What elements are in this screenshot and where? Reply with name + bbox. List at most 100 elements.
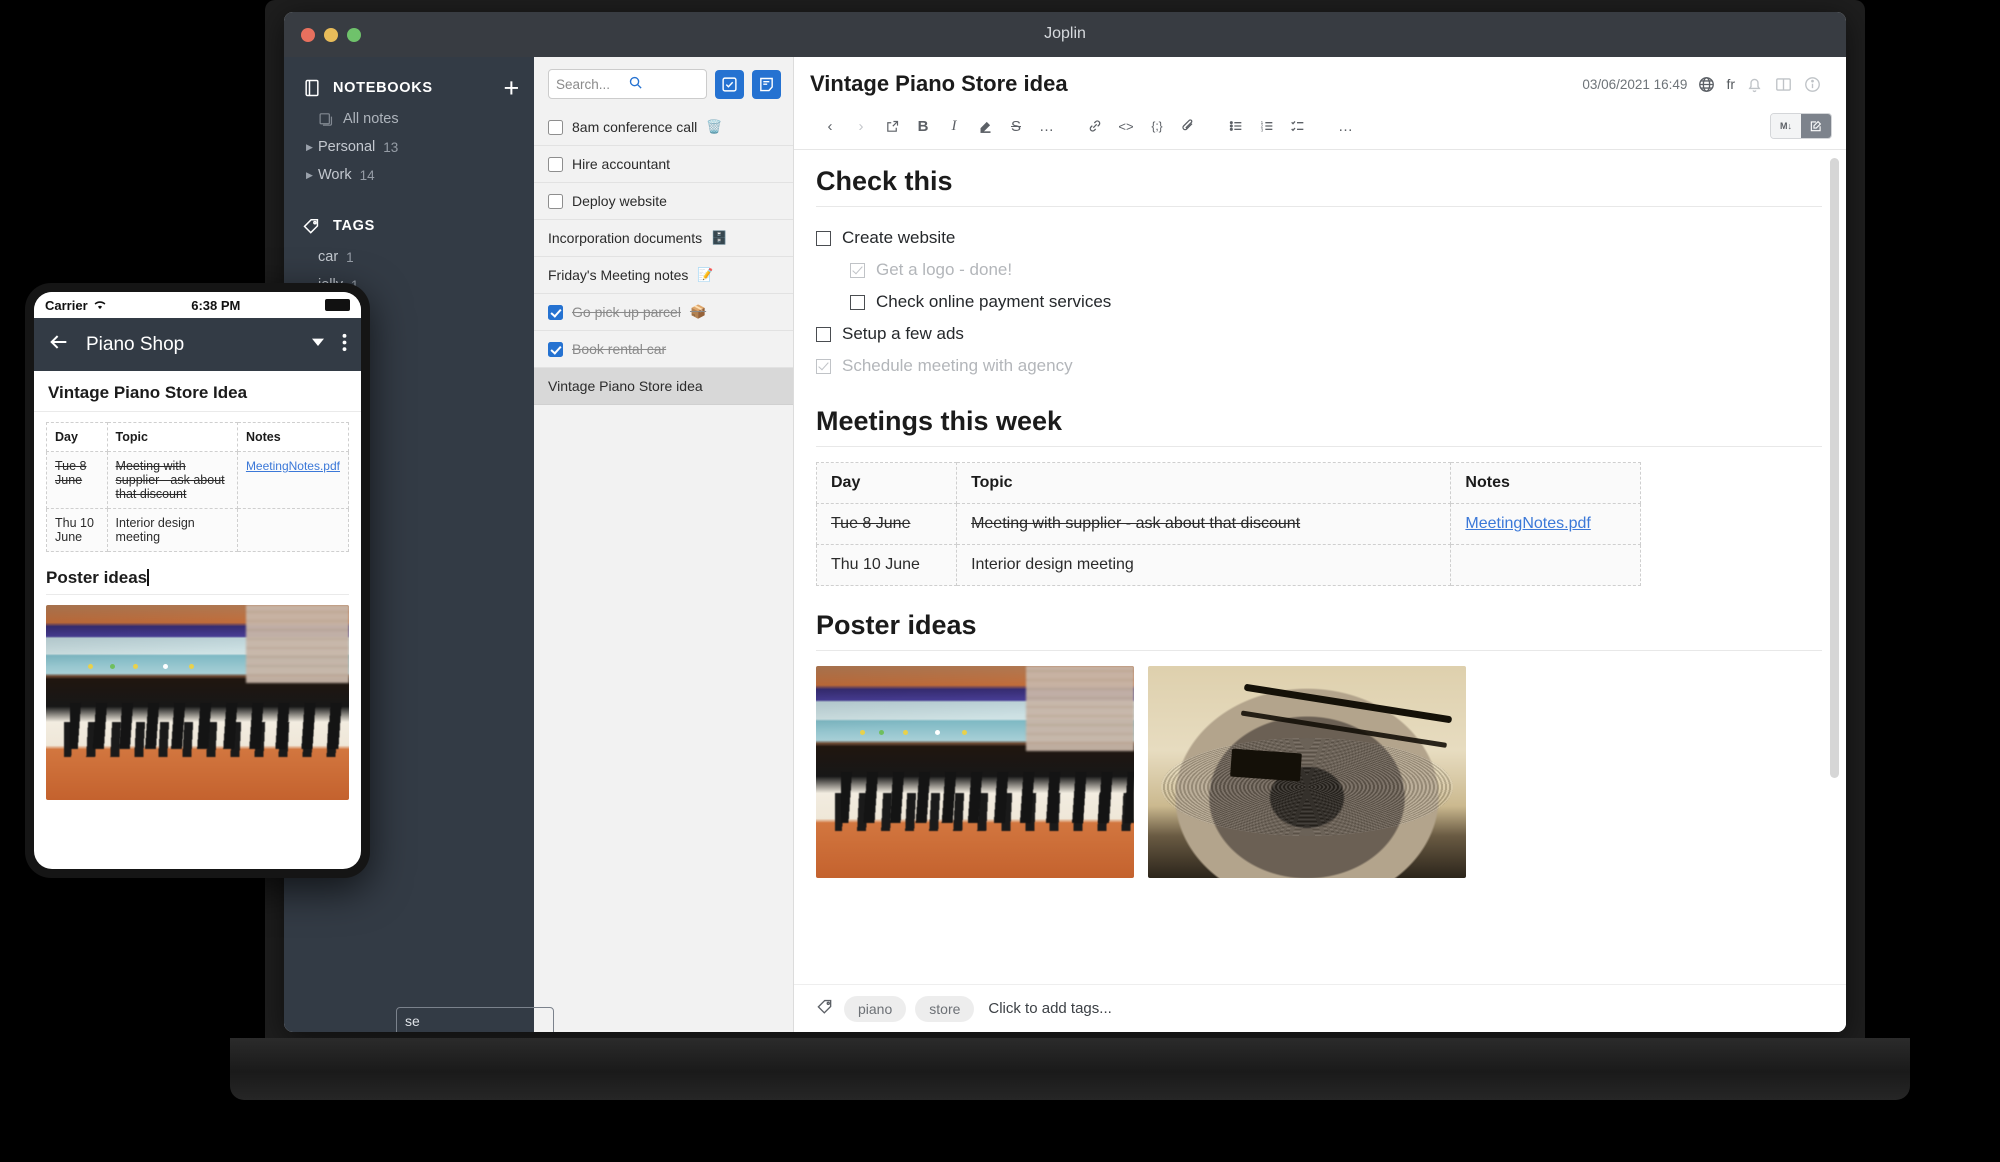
- task-item[interactable]: Check online payment services: [816, 286, 1822, 318]
- more-options-button[interactable]: …: [1332, 113, 1360, 139]
- task-item[interactable]: Setup a few ads: [816, 318, 1822, 350]
- phone-poster-heading: Poster ideas: [46, 568, 349, 595]
- list-item-selected[interactable]: Vintage Piano Store idea: [534, 368, 793, 405]
- piano-decor-dots: [848, 729, 1045, 735]
- code-block-button[interactable]: {;}: [1143, 113, 1171, 139]
- cell-topic: Interior design meeting: [956, 544, 1452, 586]
- sidebar-item-tag-car[interactable]: car 1: [284, 243, 534, 271]
- task-item[interactable]: Get a logo - done!: [816, 254, 1822, 286]
- note-emoji: 📦: [689, 304, 707, 319]
- vertical-scrollbar[interactable]: [1830, 158, 1839, 778]
- chevron-right-icon[interactable]: ▶: [306, 170, 318, 181]
- note-title: Friday's Meeting notes: [548, 267, 689, 283]
- note-timestamp: 03/06/2021 16:49: [1582, 76, 1688, 92]
- add-notebook-button[interactable]: +: [504, 75, 520, 102]
- editor-mode-button[interactable]: [1801, 114, 1831, 138]
- toggle-layout-icon[interactable]: [1774, 75, 1793, 94]
- phone-poster-image[interactable]: [46, 605, 349, 800]
- external-link-icon[interactable]: [878, 113, 906, 139]
- new-note-button[interactable]: [752, 69, 781, 99]
- alarm-bell-icon[interactable]: [1745, 75, 1764, 94]
- section-heading: Check this: [816, 166, 1822, 207]
- bulleted-list-icon[interactable]: [1222, 113, 1250, 139]
- back-button[interactable]: ‹: [816, 113, 844, 139]
- note-checkbox[interactable]: [548, 304, 563, 320]
- list-item[interactable]: 8am conference call 🗑️: [534, 109, 793, 146]
- poster-image-turntable[interactable]: [1148, 666, 1466, 878]
- bold-button[interactable]: B: [909, 113, 937, 139]
- note-content[interactable]: Check this Create website Get a logo - d…: [794, 150, 1846, 984]
- list-item[interactable]: Deploy website: [534, 183, 793, 220]
- sidebar-text-input[interactable]: se: [396, 1007, 554, 1032]
- view-mode-toggle-group: M↓: [1770, 113, 1832, 139]
- note-title: Vintage Piano Store idea: [548, 378, 703, 394]
- phone-note-title[interactable]: Vintage Piano Store Idea: [34, 371, 361, 412]
- numbered-list-icon[interactable]: 1 2 3: [1253, 113, 1281, 139]
- task-checkbox[interactable]: [816, 326, 831, 342]
- turntable-tonearm: [1229, 748, 1302, 781]
- list-item[interactable]: Hire accountant: [534, 146, 793, 183]
- chevron-down-icon[interactable]: [310, 334, 326, 355]
- forward-button[interactable]: ›: [847, 113, 875, 139]
- attachment-icon[interactable]: [1174, 113, 1202, 139]
- phone-appbar: Piano Shop: [34, 318, 361, 371]
- table-header-row: Day Topic Notes: [815, 462, 1641, 504]
- strikethrough-button[interactable]: S: [1002, 113, 1030, 139]
- task-checkbox[interactable]: [816, 230, 831, 246]
- note-checkbox[interactable]: [548, 156, 563, 172]
- sidebar-item-work[interactable]: ▶ Work 14: [284, 161, 534, 189]
- chevron-right-icon[interactable]: ▶: [306, 142, 318, 153]
- more-format-button[interactable]: …: [1033, 113, 1061, 139]
- laptop-base: [230, 1038, 1910, 1100]
- link-icon[interactable]: [1081, 113, 1109, 139]
- note-checkbox[interactable]: [548, 119, 563, 135]
- info-icon[interactable]: [1803, 75, 1822, 94]
- markdown-mode-button[interactable]: M↓: [1771, 114, 1801, 138]
- task-item[interactable]: Create website: [816, 222, 1822, 254]
- sidebar-item-personal[interactable]: ▶ Personal 13: [284, 133, 534, 161]
- cell-notes: [1450, 544, 1641, 586]
- list-item[interactable]: Incorporation documents 🗄️: [534, 220, 793, 257]
- task-checkbox[interactable]: [850, 294, 865, 310]
- list-item[interactable]: Book rental car: [534, 331, 793, 368]
- note-checkbox[interactable]: [548, 193, 563, 209]
- back-arrow-icon[interactable]: [48, 331, 70, 358]
- piano-decor-dots: [76, 663, 264, 669]
- search-icon[interactable]: [628, 75, 700, 93]
- checklist-icon[interactable]: [1284, 113, 1312, 139]
- inline-code-button[interactable]: <>: [1112, 113, 1140, 139]
- meeting-notes-link[interactable]: MeetingNotes.pdf: [246, 459, 340, 473]
- note-checkbox[interactable]: [548, 341, 563, 357]
- window-titlebar: Joplin: [284, 12, 1846, 57]
- overflow-menu-icon[interactable]: [342, 332, 347, 358]
- task-checkbox-checked[interactable]: [850, 262, 865, 278]
- globe-icon[interactable]: [1697, 75, 1716, 94]
- task-label: Setup a few ads: [842, 324, 964, 343]
- phone-note-body[interactable]: Day Topic Notes Tue 8 June Meeting with …: [34, 412, 361, 869]
- tag-chip-piano[interactable]: piano: [844, 995, 907, 1022]
- column-header-topic: Topic: [956, 462, 1452, 504]
- meeting-notes-link[interactable]: MeetingNotes.pdf: [1465, 515, 1590, 532]
- list-item[interactable]: Go pick up parcel 📦: [534, 294, 793, 331]
- cell-day: Tue 8 June: [46, 451, 108, 509]
- task-item[interactable]: Schedule meeting with agency: [816, 350, 1822, 382]
- poster-image-piano[interactable]: [816, 666, 1134, 878]
- page-title[interactable]: Vintage Piano Store idea: [810, 71, 1572, 97]
- notebooks-label: NOTEBOOKS: [333, 80, 433, 96]
- add-tags-hint[interactable]: Click to add tags...: [988, 1000, 1111, 1017]
- new-todo-button[interactable]: [715, 69, 744, 99]
- task-checkbox-checked[interactable]: [816, 358, 831, 374]
- note-list-panel: Search... 8am conference call 🗑️ Hire ac…: [534, 57, 794, 1032]
- note-title: Deploy website: [572, 193, 667, 209]
- highlight-icon[interactable]: [971, 113, 999, 139]
- section-heading: Poster ideas: [816, 610, 1822, 651]
- search-input[interactable]: Search...: [548, 69, 707, 99]
- italic-button[interactable]: I: [940, 113, 968, 139]
- cell-notes: MeetingNotes.pdf: [1450, 503, 1641, 545]
- tag-chip-store[interactable]: store: [915, 995, 975, 1022]
- column-header-topic: Topic: [106, 422, 238, 452]
- piano-keys: [64, 722, 349, 758]
- sidebar-item-all-notes[interactable]: All notes: [284, 105, 534, 133]
- list-item[interactable]: Friday's Meeting notes 📝: [534, 257, 793, 294]
- note-emoji: 🗄️: [711, 230, 728, 245]
